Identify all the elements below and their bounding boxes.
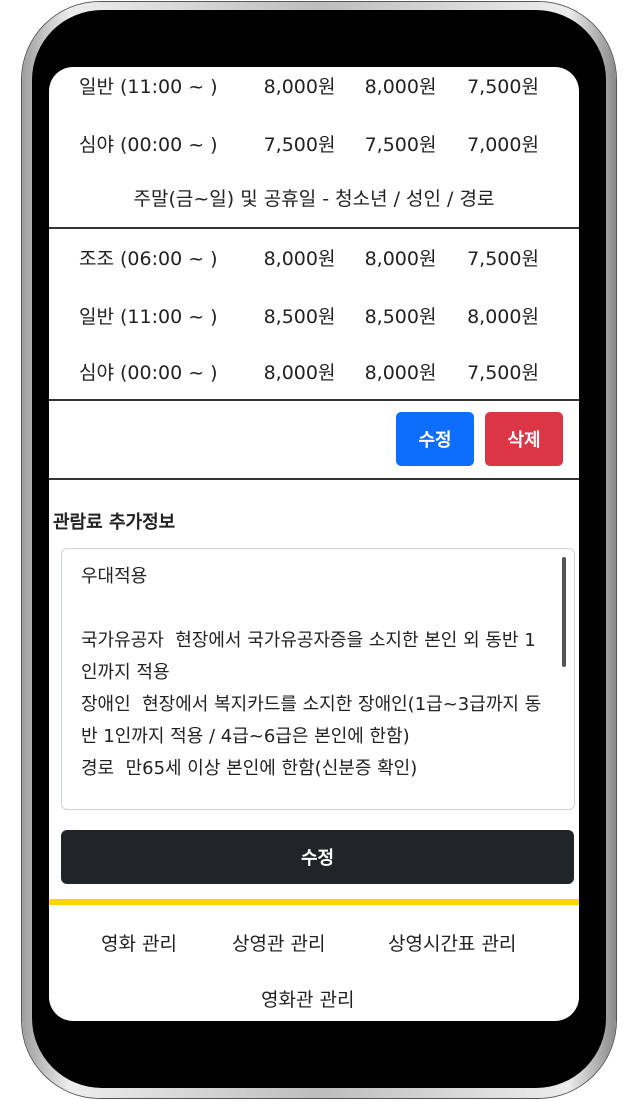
edit-price-button[interactable]: 수정	[396, 412, 474, 466]
textarea-scrollbar[interactable]	[562, 557, 566, 667]
nav-movie-management[interactable]: 영화 관리	[101, 929, 177, 956]
time-slot: 심야 (00:00 ~ )	[79, 361, 218, 384]
price-senior: 7,500원	[467, 247, 539, 270]
price-adult: 8,500원	[364, 305, 437, 328]
divider	[49, 399, 579, 401]
footer-accent-bar	[49, 899, 579, 905]
price-youth: 8,500원	[263, 305, 336, 328]
price-youth: 7,500원	[263, 133, 336, 156]
nav-schedule-management[interactable]: 상영시간표 관리	[388, 929, 516, 956]
price-row-weekend-late: 심야 (00:00 ~ ) 8,000원 8,000원 7,500원	[49, 358, 579, 384]
nav-screen-management[interactable]: 상영관 관리	[232, 929, 325, 956]
delete-price-button[interactable]: 삭제	[485, 412, 563, 466]
time-slot: 일반 (11:00 ~ )	[79, 305, 218, 328]
price-row-weekday-general: 일반 (11:00 ~ ) 8,000원 8,000원 7,500원	[49, 72, 579, 98]
price-row-weekday-late: 심야 (00:00 ~ ) 7,500원 7,500원 7,000원	[49, 130, 579, 156]
price-adult: 7,500원	[364, 133, 437, 156]
price-senior: 7,000원	[467, 133, 539, 156]
price-adult: 8,000원	[364, 247, 437, 270]
weekend-section-title: 주말(금~일) 및 공휴일 - 청소년 / 성인 / 경로	[133, 188, 495, 210]
phone-screen: 일반 (11:00 ~ ) 8,000원 8,000원 7,500원 심야 (0…	[49, 67, 579, 1021]
price-youth: 8,000원	[263, 75, 336, 98]
time-slot: 일반 (11:00 ~ )	[79, 75, 218, 98]
price-senior: 8,000원	[467, 305, 539, 328]
time-slot: 조조 (06:00 ~ )	[79, 247, 218, 270]
price-senior: 7,500원	[467, 361, 539, 384]
price-adult: 8,000원	[364, 75, 437, 98]
nav-theater-management[interactable]: 영화관 관리	[261, 985, 354, 1012]
price-row-weekend-early: 조조 (06:00 ~ ) 8,000원 8,000원 7,500원	[49, 244, 579, 270]
extra-info-text: 우대적용 국가유공자 현장에서 국가유공자증을 소지한 본인 외 동반 1인까지…	[81, 566, 542, 779]
price-youth: 8,000원	[263, 247, 336, 270]
price-row-weekend-general: 일반 (11:00 ~ ) 8,500원 8,500원 8,000원	[49, 302, 579, 328]
extra-info-label: 관람료 추가정보	[53, 512, 176, 533]
price-adult: 8,000원	[364, 361, 437, 384]
save-button[interactable]: 수정	[61, 830, 574, 884]
time-slot: 심야 (00:00 ~ )	[79, 133, 218, 156]
divider	[49, 227, 579, 229]
price-senior: 7,500원	[467, 75, 539, 98]
extra-info-textarea[interactable]: 우대적용 국가유공자 현장에서 국가유공자증을 소지한 본인 외 동반 1인까지…	[61, 548, 575, 810]
price-youth: 8,000원	[263, 361, 336, 384]
divider	[49, 478, 579, 480]
